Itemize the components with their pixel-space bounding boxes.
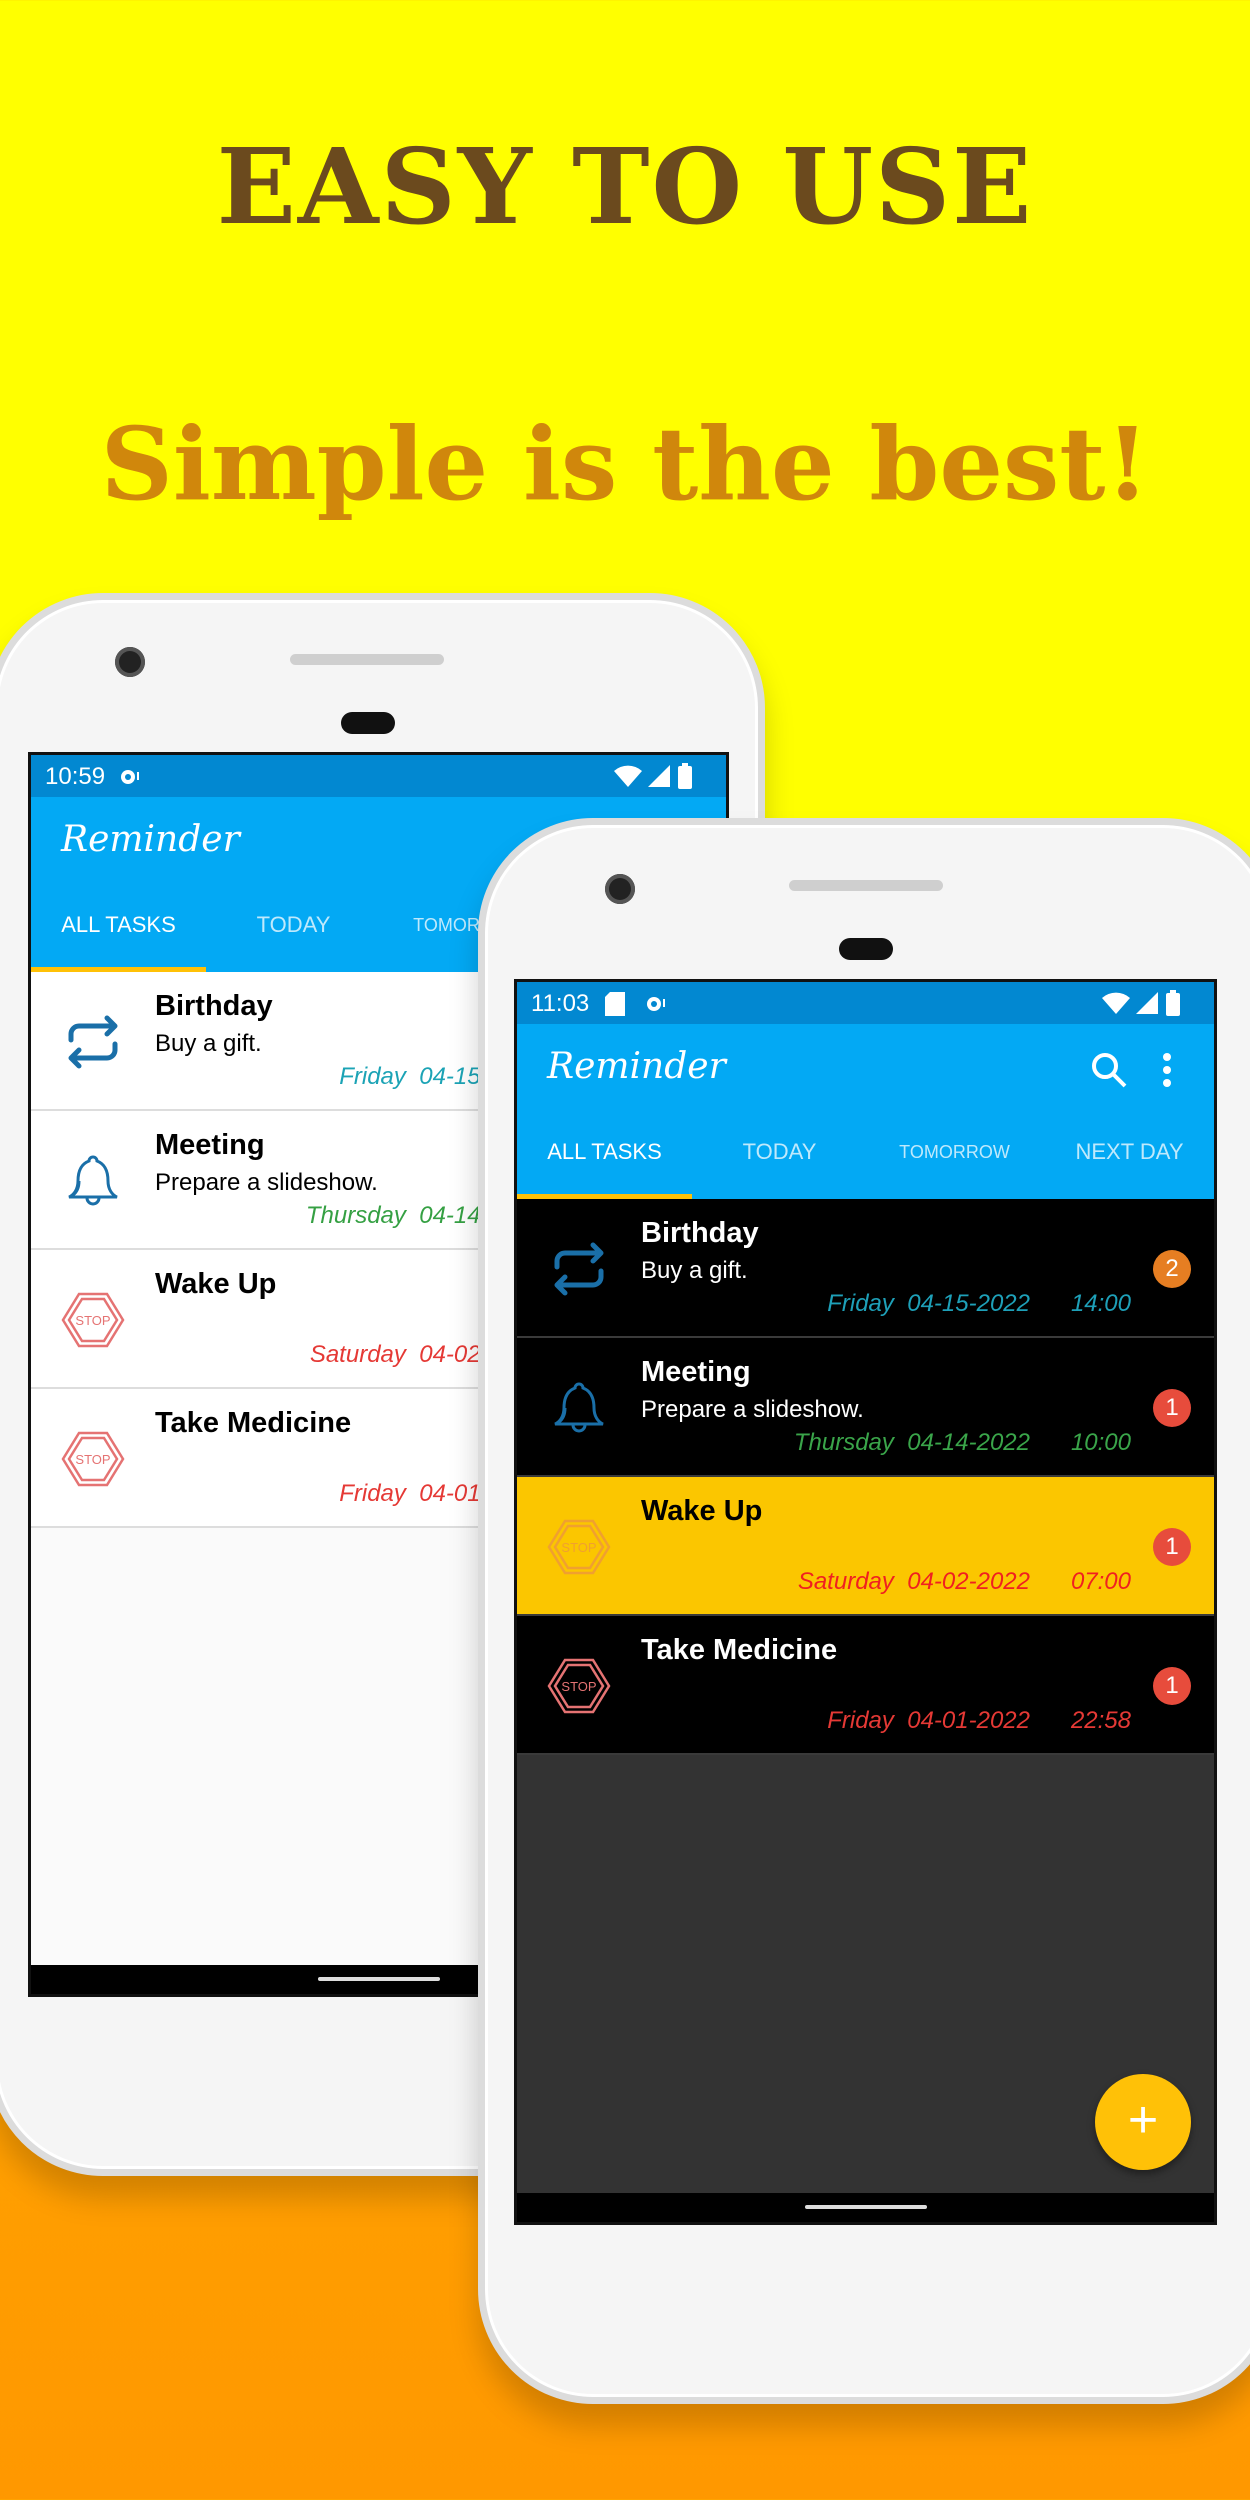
- status-bar: 11:03: [517, 982, 1214, 1024]
- task-date: Saturday 04-02-2022: [798, 1568, 1030, 1596]
- task-day: Saturday: [797, 1568, 894, 1595]
- notification-icon: [647, 997, 665, 1011]
- task-day: Friday: [827, 1707, 894, 1734]
- task-day: Thursday: [793, 1429, 894, 1456]
- task-row[interactable]: Birthday Buy a gift. Friday 04-15-2022 1…: [517, 1199, 1214, 1338]
- tab-tomorrow[interactable]: TOMORROW: [867, 1142, 1042, 1163]
- battery-icon: [1166, 990, 1180, 1016]
- stop-icon: STOP: [547, 1654, 611, 1718]
- task-time: 22:58: [1070, 1707, 1131, 1734]
- speaker: [290, 654, 444, 665]
- status-bar: 10:59: [31, 755, 726, 797]
- task-title: Meeting: [155, 1129, 265, 1161]
- app-toolbar: Reminder ALL TASKSTODAYTOMORROWNEXT DAY: [517, 1024, 1214, 1199]
- svg-text:STOP: STOP: [75, 1452, 110, 1467]
- task-day: Friday: [827, 1290, 894, 1317]
- task-title: Meeting: [641, 1356, 751, 1388]
- bell-icon: [61, 1149, 125, 1213]
- task-date-value: 04-14-2022: [907, 1429, 1030, 1456]
- app-logo: Reminder: [61, 819, 240, 860]
- task-row[interactable]: Meeting Prepare a slideshow. Thursday 04…: [517, 1338, 1214, 1477]
- wifi-icon: [614, 765, 642, 787]
- battery-icon: [678, 763, 692, 789]
- stop-icon: STOP: [61, 1427, 125, 1491]
- svg-text:STOP: STOP: [561, 1679, 596, 1694]
- add-task-button[interactable]: +: [1095, 2074, 1191, 2170]
- task-date-value: 04-01-2022: [907, 1707, 1030, 1734]
- camera: [115, 647, 145, 677]
- task-title: Wake Up: [641, 1495, 763, 1527]
- repeat-icon: [61, 1010, 125, 1074]
- tab-all-tasks[interactable]: ALL TASKS: [517, 1139, 692, 1165]
- count-badge: 1: [1153, 1667, 1191, 1705]
- count-badge: 2: [1153, 1250, 1191, 1288]
- app-logo: Reminder: [547, 1046, 726, 1087]
- signal-icon: [1136, 992, 1158, 1014]
- task-date-value: 04-15-2022: [907, 1290, 1030, 1317]
- home-gesture-handle[interactable]: [804, 2205, 927, 2209]
- count-badge: 1: [1153, 1528, 1191, 1566]
- stop-icon: STOP: [547, 1515, 611, 1579]
- task-note: Prepare a slideshow.: [641, 1396, 864, 1423]
- task-day: Thursday: [305, 1202, 406, 1229]
- wifi-icon: [1102, 992, 1130, 1014]
- task-list: Birthday Buy a gift. Friday 04-15-2022 1…: [517, 1199, 1214, 2193]
- bell-icon: [547, 1376, 611, 1440]
- tab-all-tasks[interactable]: ALL TASKS: [31, 912, 206, 938]
- screen-front: 11:03 Reminder ALL TASKS TODAY TOMORROW NEX…: [514, 979, 1217, 2225]
- notification-icon: [121, 770, 139, 784]
- task-row[interactable]: STOP Take Medicine Friday 04-01-2022 22:…: [517, 1616, 1214, 1755]
- task-note: Buy a gift.: [641, 1257, 748, 1284]
- navigation-bar: [517, 2193, 1214, 2222]
- task-time: 10:00: [1070, 1429, 1131, 1456]
- status-time: 11:03: [531, 990, 590, 1017]
- task-row[interactable]: STOP Wake Up Saturday 04-02-2022 07:00 1: [517, 1477, 1214, 1616]
- task-date: Friday 04-01-2022: [827, 1707, 1030, 1735]
- sd-card-icon: [605, 992, 625, 1016]
- tab-next-day[interactable]: NEXT DAY: [1042, 1139, 1214, 1165]
- task-title: Take Medicine: [641, 1634, 838, 1666]
- task-note: Buy a gift.: [155, 1030, 262, 1057]
- task-date: Friday 04-15-2022: [827, 1290, 1030, 1318]
- earpiece: [341, 712, 395, 734]
- repeat-icon: [547, 1237, 611, 1301]
- status-time: 10:59: [45, 763, 106, 790]
- stop-icon: STOP: [61, 1288, 125, 1352]
- earpiece: [839, 938, 893, 960]
- task-time: 07:00: [1070, 1568, 1131, 1595]
- task-date: Thursday 04-14-2022: [794, 1429, 1030, 1457]
- task-note: Prepare a slideshow.: [155, 1169, 378, 1196]
- signal-icon: [648, 765, 670, 787]
- svg-text:STOP: STOP: [75, 1313, 110, 1328]
- task-title: Take Medicine: [155, 1407, 352, 1439]
- task-title: Wake Up: [155, 1268, 277, 1300]
- tab-today[interactable]: TODAY: [692, 1139, 867, 1165]
- count-badge: 1: [1153, 1389, 1191, 1427]
- camera: [605, 874, 635, 904]
- headline: EASY TO USE: [216, 125, 1034, 248]
- task-date-value: 04-02-2022: [907, 1568, 1030, 1595]
- search-icon[interactable]: [1087, 1048, 1131, 1092]
- task-title: Birthday: [155, 990, 273, 1022]
- subheadline: Simple is the best!: [100, 405, 1150, 523]
- more-options-icon[interactable]: [1145, 1048, 1189, 1092]
- task-time: 14:00: [1070, 1290, 1131, 1317]
- speaker: [789, 880, 943, 891]
- svg-text:STOP: STOP: [561, 1540, 596, 1555]
- task-day: Friday: [339, 1480, 406, 1507]
- task-day: Friday: [339, 1063, 406, 1090]
- tab-today[interactable]: TODAY: [206, 912, 381, 938]
- home-gesture-handle[interactable]: [317, 1977, 440, 1981]
- task-title: Birthday: [641, 1217, 759, 1249]
- task-day: Saturday: [309, 1341, 406, 1368]
